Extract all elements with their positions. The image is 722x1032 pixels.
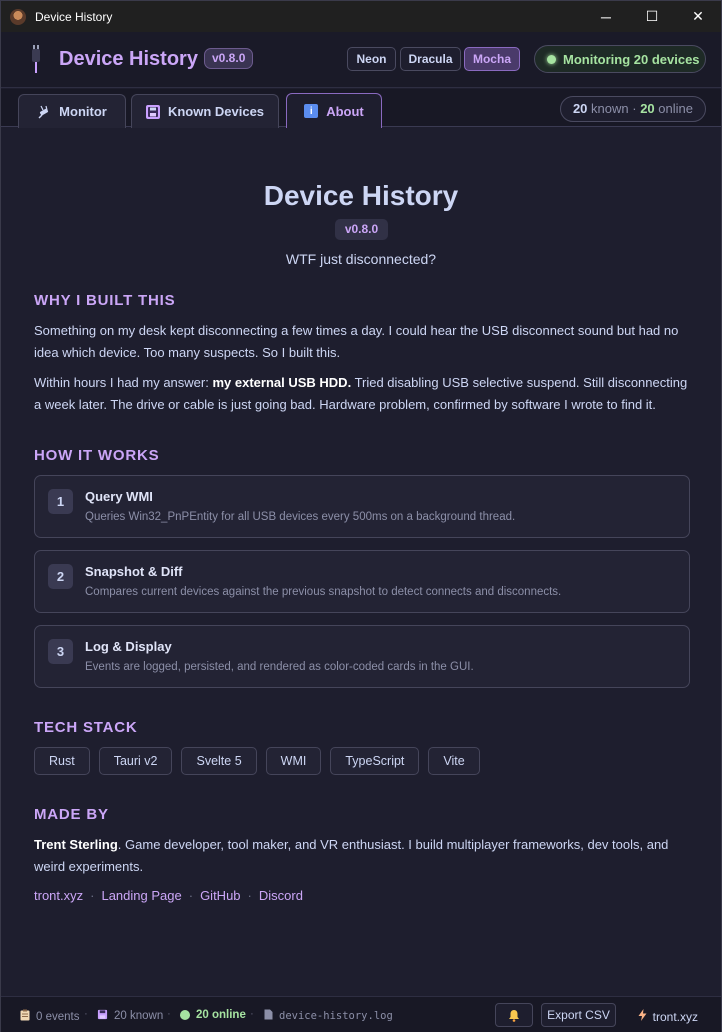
tab-about-label: About [326, 103, 364, 119]
brand-title: Device History [59, 48, 198, 70]
online-dot-icon [180, 1010, 190, 1020]
link-separator: · [90, 888, 95, 903]
online-label: online [658, 101, 693, 116]
window-controls: ─ ☐ ✕ [583, 1, 721, 32]
status-dot-icon [547, 54, 556, 64]
link-landing-page[interactable]: Landing Page [101, 888, 181, 903]
theme-mocha-button[interactable]: Mocha [464, 47, 520, 71]
notifications-button[interactable] [495, 1003, 533, 1027]
log-file: device-history.log [264, 1009, 393, 1023]
events-count-text: 0 events [36, 1010, 80, 1023]
author-description: . Game developer, tool maker, and VR ent… [34, 837, 669, 874]
link-github[interactable]: GitHub [200, 888, 240, 903]
link-separator: · [188, 888, 194, 903]
close-button[interactable]: ✕ [675, 1, 721, 32]
usb-plug-icon [31, 45, 41, 73]
step-card: 3 Log & Display Events are logged, persi… [34, 625, 690, 688]
app-window: Device History ─ ☐ ✕ Device History v0.8… [0, 0, 722, 1032]
tech-chip: Tauri v2 [98, 747, 173, 775]
app-avatar-icon [10, 8, 26, 25]
known-count: 20 [572, 101, 588, 116]
known-label: known [591, 101, 629, 116]
step-title: Snapshot & Diff [85, 564, 183, 579]
tab-known-devices[interactable]: Known Devices [131, 94, 279, 128]
step-card: 1 Query WMI Queries Win32_PnPEntity for … [34, 475, 690, 538]
device-counts: 20 known · 20 online [559, 96, 706, 122]
about-tagline: WTF just disconnected? [285, 251, 437, 267]
step-card: 2 Snapshot & Diff Compares current devic… [34, 550, 690, 613]
tech-chip: Vite [428, 747, 480, 775]
window-title: Device History [35, 9, 113, 24]
why-section-title: WHY I BUILT THIS [34, 292, 176, 309]
link-discord[interactable]: Discord [259, 888, 303, 903]
known-status: 20 known [97, 1009, 163, 1023]
plug-icon [37, 105, 51, 119]
step-description: Compares current devices against the pre… [85, 586, 562, 598]
known-status-text: 20 known [114, 1010, 164, 1022]
status-separator: · [84, 1008, 88, 1020]
bell-icon [508, 1010, 520, 1025]
why-p2-pre: Within hours I had my answer: [34, 375, 213, 390]
tech-chip: Svelte 5 [181, 747, 257, 775]
events-count: 0 events [20, 1009, 79, 1024]
floppy-icon [145, 104, 160, 119]
step-number: 1 [48, 489, 73, 514]
minimize-button[interactable]: ─ [583, 1, 629, 32]
tab-monitor[interactable]: Monitor [18, 94, 126, 128]
maximize-button[interactable]: ☐ [629, 1, 675, 32]
author-links: tront.xyz · Landing Page · GitHub · Disc… [34, 888, 303, 903]
why-paragraph-1: Something on my desk kept disconnecting … [34, 323, 679, 360]
status-bar: 0 events · 20 known · 20 online · device… [1, 996, 721, 1032]
theme-neon-button[interactable]: Neon [347, 47, 396, 71]
author-name: Trent Sterling [34, 837, 118, 852]
stack-section-title: TECH STACK [34, 719, 138, 736]
how-section-title: HOW IT WORKS [34, 447, 160, 464]
step-number: 2 [48, 564, 73, 589]
info-icon: i [304, 104, 319, 118]
why-p2-highlight: my external USB HDD. [212, 375, 352, 390]
tront-link-text: tront.xyz [652, 1009, 698, 1024]
online-status: 20 online [180, 1009, 246, 1021]
step-title: Query WMI [85, 489, 153, 504]
why-paragraph-2: Within hours I had my answer: my externa… [34, 372, 694, 416]
tech-chip: TypeScript [330, 747, 420, 775]
monitoring-status: Monitoring 20 devices [534, 45, 706, 73]
step-number: 3 [48, 639, 73, 664]
step-description: Queries Win32_PnPEntity for all USB devi… [85, 511, 516, 523]
file-icon [264, 1009, 273, 1023]
floppy-icon [97, 1009, 108, 1023]
link-separator: · [247, 888, 252, 903]
export-csv-button[interactable]: Export CSV [541, 1003, 616, 1027]
clipboard-icon [20, 1009, 30, 1024]
tab-bar: Monitor Known Devices i About 20 known ·… [1, 89, 721, 128]
online-status-text: 20 online [196, 1009, 246, 1021]
log-file-name: device-history.log [279, 1010, 393, 1022]
tab-known-devices-label: Known Devices [167, 104, 265, 119]
made-by-paragraph: Trent Sterling. Game developer, tool mak… [34, 834, 694, 878]
step-description: Events are logged, persisted, and render… [85, 661, 474, 673]
version-badge: v0.8.0 [204, 48, 254, 69]
tech-stack-list: Rust Tauri v2 Svelte 5 WMI TypeScript Vi… [34, 747, 480, 775]
counts-separator: · [632, 101, 637, 116]
tech-chip: WMI [265, 747, 322, 775]
tront-link[interactable]: tront.xyz [638, 1009, 698, 1024]
status-separator: · [167, 1008, 171, 1020]
about-version-badge: v0.8.0 [335, 219, 388, 240]
step-title: Log & Display [85, 639, 172, 654]
online-count: 20 [640, 101, 655, 116]
about-panel: Device History v0.8.0 WTF just disconnec… [1, 128, 721, 996]
monitoring-text: Monitoring 20 devices [563, 51, 700, 67]
tech-chip: Rust [34, 747, 90, 775]
tab-monitor-label: Monitor [59, 104, 107, 119]
status-separator: · [250, 1008, 254, 1020]
lightning-icon [638, 1009, 647, 1024]
made-by-section-title: MADE BY [34, 806, 109, 823]
about-title: Device History [263, 180, 459, 211]
tab-about[interactable]: i About [286, 93, 382, 128]
theme-dracula-button[interactable]: Dracula [400, 47, 461, 71]
title-bar: Device History ─ ☐ ✕ [1, 1, 721, 32]
link-tront-xyz[interactable]: tront.xyz [34, 888, 83, 903]
